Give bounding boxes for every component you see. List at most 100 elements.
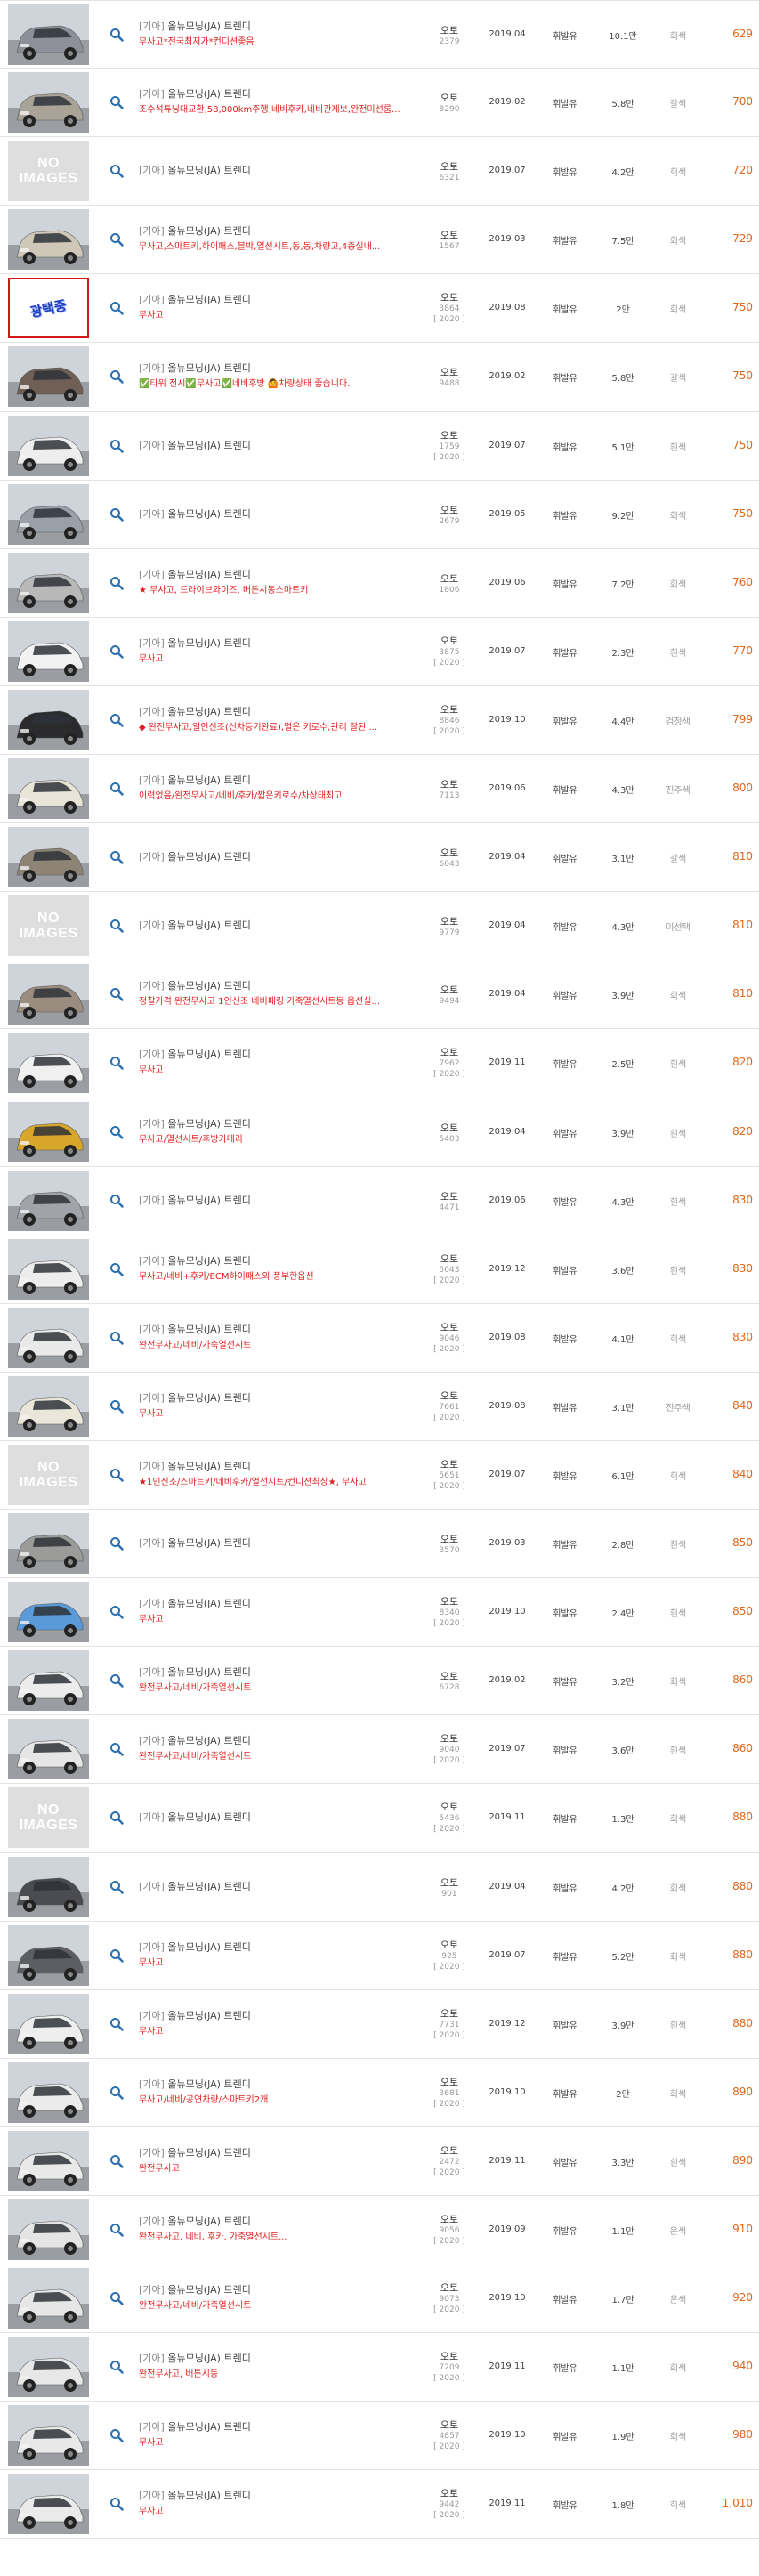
search-icon[interactable]	[109, 576, 124, 590]
price[interactable]: 890	[703, 2086, 753, 2098]
car-photo[interactable]	[8, 2199, 89, 2260]
search-icon[interactable]	[109, 919, 124, 933]
listing-row[interactable]: [기아] 올뉴모닝(JA) 트렌디 무사고 오토 7661[ 2020 ] 2019.0…	[0, 1372, 759, 1441]
price[interactable]: 880	[703, 1948, 753, 1961]
car-photo[interactable]	[8, 827, 89, 888]
price[interactable]: 1,010	[703, 2497, 753, 2509]
car-title[interactable]: [기아] 올뉴모닝(JA) 트렌디	[139, 1392, 406, 1405]
search-icon[interactable]	[109, 28, 124, 42]
price[interactable]: 629	[703, 28, 753, 40]
listing-row[interactable]: [기아] 올뉴모닝(JA) 트렌디 ★ 무사고, 드라이브와이즈, 버튼시동스마트…	[0, 548, 759, 618]
car-title[interactable]: [기아] 올뉴모닝(JA) 트렌디	[139, 569, 406, 581]
car-title[interactable]: [기아] 올뉴모닝(JA) 트렌디	[139, 706, 406, 718]
search-icon[interactable]	[109, 1331, 124, 1345]
car-title[interactable]: [기아] 올뉴모닝(JA) 트렌디	[139, 774, 406, 787]
no-image-placeholder[interactable]: NO IMAGES	[8, 1787, 89, 1849]
search-icon[interactable]	[109, 439, 124, 453]
car-photo[interactable]	[8, 758, 89, 820]
car-photo[interactable]	[8, 1993, 89, 2054]
car-title[interactable]: [기아] 올뉴모닝(JA) 트렌디	[139, 2010, 406, 2022]
car-title[interactable]: [기아] 올뉴모닝(JA) 트렌디	[139, 1598, 406, 1610]
search-icon[interactable]	[109, 713, 124, 727]
search-icon[interactable]	[109, 1262, 124, 1276]
search-icon[interactable]	[109, 2017, 124, 2031]
listing-row[interactable]: [기아] 올뉴모닝(JA) 트렌디 무사고,스마트키,하이패스,블박,열선시트,동…	[0, 206, 759, 275]
car-title[interactable]: [기아] 올뉴모닝(JA) 트렌디	[139, 508, 406, 521]
price[interactable]: 700	[703, 95, 753, 108]
listing-row[interactable]: [기아] 올뉴모닝(JA) 트렌디 조수석튜닝대교환,58,000km주행,네비후…	[0, 69, 759, 138]
listing-row[interactable]: [기아] 올뉴모닝(JA) 트렌디 무사고/네비/공연차량/스마트키2개 오토 368…	[0, 2058, 759, 2127]
price[interactable]: 840	[703, 1468, 753, 1480]
price[interactable]: 850	[703, 1605, 753, 1617]
listing-row[interactable]: [기아] 올뉴모닝(JA) 트렌디 완전무사고, 버튼시동 오토 7209[ 2020…	[0, 2333, 759, 2402]
car-photo[interactable]	[8, 415, 89, 476]
car-photo[interactable]	[8, 1582, 89, 1643]
listing-row[interactable]: NO IMAGES [기아] 올뉴모닝(JA) 트렌디 오토 5436[ 2020 ] 2…	[0, 1784, 759, 1853]
car-title[interactable]: [기아] 올뉴모닝(JA) 트렌디	[139, 440, 406, 452]
search-icon[interactable]	[109, 2223, 124, 2237]
price[interactable]: 920	[703, 2291, 753, 2304]
price[interactable]: 750	[703, 439, 753, 451]
price[interactable]: 840	[703, 1399, 753, 1412]
listing-row[interactable]: [기아] 올뉴모닝(JA) 트렌디 오토 1759[ 2020 ] 2019.07 휘발…	[0, 411, 759, 481]
car-title[interactable]: [기아] 올뉴모닝(JA) 트렌디	[139, 1118, 406, 1130]
search-icon[interactable]	[109, 1194, 124, 1208]
listing-row[interactable]: [기아] 올뉴모닝(JA) 트렌디 ◆ 완전무사고,일인신조(신차등기완료),멀은…	[0, 685, 759, 756]
no-image-placeholder[interactable]: NO IMAGES	[8, 141, 89, 202]
car-title[interactable]: [기아] 올뉴모닝(JA) 트렌디	[139, 1461, 406, 1473]
search-icon[interactable]	[109, 1399, 124, 1414]
price[interactable]: 980	[703, 2428, 753, 2441]
price[interactable]: 910	[703, 2223, 753, 2235]
price[interactable]: 830	[703, 1194, 753, 1206]
car-title[interactable]: [기아] 올뉴모닝(JA) 트렌디	[139, 1735, 406, 1747]
car-photo[interactable]	[8, 1924, 89, 1986]
car-title[interactable]: [기아] 올뉴모닝(JA) 트렌디	[139, 1537, 406, 1550]
car-photo[interactable]	[8, 552, 89, 613]
search-icon[interactable]	[109, 507, 124, 522]
price[interactable]: 750	[703, 301, 753, 313]
search-icon[interactable]	[109, 1948, 124, 1963]
car-title[interactable]: [기아] 올뉴모닝(JA) 트렌디	[139, 2421, 406, 2434]
price[interactable]: 820	[703, 1125, 753, 1138]
search-icon[interactable]	[109, 850, 124, 864]
search-icon[interactable]	[109, 2154, 124, 2168]
car-photo[interactable]	[8, 1033, 89, 1094]
search-icon[interactable]	[109, 987, 124, 1002]
car-photo[interactable]	[8, 2405, 89, 2467]
price[interactable]: 940	[703, 2360, 753, 2372]
price[interactable]: 810	[703, 850, 753, 863]
listing-row[interactable]: 광택중 [기아] 올뉴모닝(JA) 트렌디 무사고 오토 3864[ 2020 ] 201…	[0, 274, 759, 344]
price[interactable]: 800	[703, 782, 753, 794]
search-icon[interactable]	[109, 301, 124, 316]
listing-row[interactable]: [기아] 올뉴모닝(JA) 트렌디 오토 3570 2019.03 휘발유 2.8만 흰색 8…	[0, 1510, 759, 1579]
price[interactable]: 720	[703, 164, 753, 176]
listing-row[interactable]: [기아] 올뉴모닝(JA) 트렌디 완전무사고/네비/가죽열선시트 오토 9046[ …	[0, 1303, 759, 1373]
car-title[interactable]: [기아] 올뉴모닝(JA) 트렌디	[139, 2147, 406, 2159]
car-title[interactable]: [기아] 올뉴모닝(JA) 트렌디	[139, 225, 406, 238]
price[interactable]: 750	[703, 507, 753, 520]
price[interactable]: 760	[703, 576, 753, 588]
listing-row[interactable]: [기아] 올뉴모닝(JA) 트렌디 무사고 오토 7962[ 2020 ] 2019.1…	[0, 1029, 759, 1098]
car-title[interactable]: [기아] 올뉴모닝(JA) 트렌디	[139, 919, 406, 932]
listing-row[interactable]: [기아] 올뉴모닝(JA) 트렌디 오토 2679 2019.05 휘발유 9.2만 회색 7…	[0, 480, 759, 549]
car-photo[interactable]	[8, 620, 89, 682]
car-photo[interactable]	[8, 209, 89, 271]
car-title[interactable]: [기아] 올뉴모닝(JA) 트렌디	[139, 88, 406, 101]
search-icon[interactable]	[109, 1673, 124, 1688]
car-photo[interactable]	[8, 1238, 89, 1300]
search-icon[interactable]	[109, 644, 124, 659]
car-title[interactable]: [기아] 올뉴모닝(JA) 트렌디	[139, 637, 406, 650]
price[interactable]: 850	[703, 1536, 753, 1549]
listing-row[interactable]: [기아] 올뉴모닝(JA) 트렌디 ✅타워 전시✅무사고✅네비후방 🙆차량상태 좋…	[0, 343, 759, 412]
car-title[interactable]: [기아] 올뉴모닝(JA) 트렌디	[139, 1255, 406, 1268]
car-title[interactable]: [기아] 올뉴모닝(JA) 트렌디	[139, 2353, 406, 2365]
search-icon[interactable]	[109, 1810, 124, 1826]
car-photo[interactable]	[8, 4, 89, 65]
car-photo[interactable]	[8, 483, 89, 545]
car-photo[interactable]	[8, 2268, 89, 2329]
listing-row[interactable]: NO IMAGES [기아] 올뉴모닝(JA) 트렌디 오토 6321 2019.07 휘발…	[0, 137, 759, 207]
listing-row[interactable]: [기아] 올뉴모닝(JA) 트렌디 완전무사고/네비/가죽열선시트 오토 9073[ …	[0, 2264, 759, 2334]
car-photo[interactable]	[8, 2337, 89, 2398]
listing-row[interactable]: [기아] 올뉴모닝(JA) 트렌디 오토 6043 2019.04 휘발유 3.1만 갈색 8…	[0, 823, 759, 893]
price[interactable]: 890	[703, 2154, 753, 2167]
